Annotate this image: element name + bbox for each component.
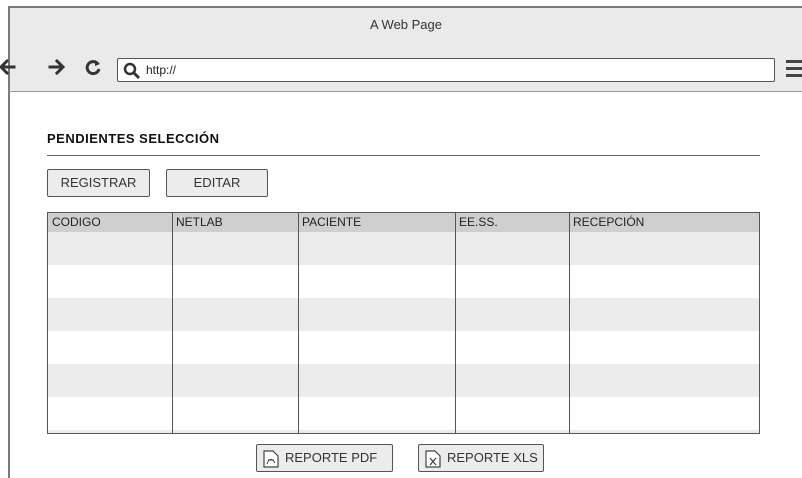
xls-file-icon — [425, 450, 441, 468]
edit-button[interactable]: EDITAR — [166, 169, 268, 197]
url-text: http:// — [146, 63, 177, 77]
table-row[interactable] — [48, 331, 759, 364]
report-xls-button[interactable]: REPORTE XLS — [418, 444, 544, 472]
hamburger-menu-icon[interactable] — [786, 60, 802, 80]
address-bar[interactable]: http:// — [117, 58, 775, 82]
register-button[interactable]: REGISTRAR — [47, 169, 150, 197]
browser-window: A Web Page http:// PENDIENTES SELECCIÓN … — [0, 0, 802, 478]
title-divider — [47, 155, 760, 156]
column-header-codigo[interactable]: CODIGO — [52, 215, 101, 229]
column-header-netlab[interactable]: NETLAB — [176, 215, 223, 229]
report-pdf-button[interactable]: REPORTE PDF — [256, 444, 393, 472]
forward-arrow-icon[interactable] — [48, 58, 68, 80]
page-title: PENDIENTES SELECCIÓN — [47, 131, 220, 146]
table-row[interactable] — [48, 397, 759, 430]
column-divider — [455, 213, 456, 433]
column-header-paciente[interactable]: PACIENTE — [302, 215, 361, 229]
report-xls-label: REPORTE XLS — [447, 450, 538, 465]
column-divider — [298, 213, 299, 433]
table-row[interactable] — [48, 265, 759, 298]
table-header: CODIGO NETLAB PACIENTE EE.SS. RECEPCIÓN — [48, 213, 759, 232]
reload-icon[interactable] — [84, 58, 104, 80]
pending-table: CODIGO NETLAB PACIENTE EE.SS. RECEPCIÓN — [47, 212, 760, 434]
column-divider — [569, 213, 570, 433]
column-divider — [172, 213, 173, 433]
table-row[interactable] — [48, 430, 759, 433]
pdf-file-icon — [263, 450, 279, 468]
search-icon — [123, 62, 141, 80]
table-row[interactable] — [48, 232, 759, 265]
report-pdf-label: REPORTE PDF — [285, 450, 378, 465]
title-bar: A Web Page — [8, 6, 802, 40]
table-row[interactable] — [48, 364, 759, 397]
table-row[interactable] — [48, 298, 759, 331]
back-arrow-icon[interactable] — [0, 58, 18, 80]
column-header-eess[interactable]: EE.SS. — [459, 215, 498, 229]
window-title: A Web Page — [369, 17, 443, 32]
column-header-recepcion[interactable]: RECEPCIÓN — [573, 215, 644, 229]
